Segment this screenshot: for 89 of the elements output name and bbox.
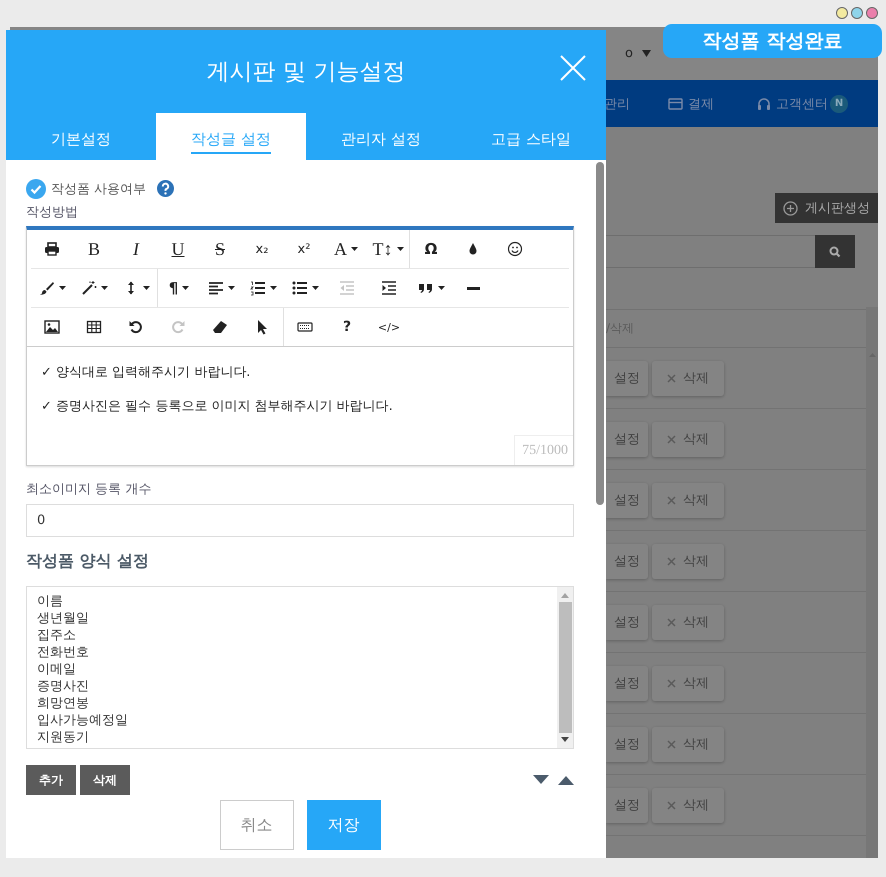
section-title: 작성폼 양식 설정 (26, 551, 150, 572)
scroll-down-icon[interactable] (561, 737, 569, 742)
close-icon (667, 740, 676, 748)
magic-wand-icon (80, 280, 96, 296)
toolbar-button[interactable]: x₂ (241, 233, 283, 265)
smiley-icon (507, 241, 523, 257)
caret-icon (182, 286, 190, 290)
move-up-icon[interactable] (558, 775, 574, 785)
outdent-icon (339, 280, 355, 296)
image-icon (44, 319, 60, 335)
list-item[interactable]: 입사가능예정일 (37, 712, 547, 729)
scrollbar[interactable] (557, 587, 573, 748)
toolbar-button[interactable]: ¶ (158, 272, 200, 304)
toolbar-button[interactable]: S (199, 233, 241, 265)
editor-text-line: ✓ 양식대로 입력해주시기 바랍니다. (41, 364, 252, 381)
window-dot[interactable] (866, 7, 878, 19)
bullet-list-icon (292, 280, 308, 296)
form-fields-listbox[interactable]: 이름 생년월일 집주소 전화번호 이메일 증명사진 희망연봉 입사가능예정일 지원동기 (26, 586, 574, 749)
field-label: 최소이미지 등록 개수 (26, 481, 152, 498)
list-item[interactable]: 지원동기 (37, 729, 547, 746)
caret-icon (228, 286, 234, 290)
notification-badge: N (830, 94, 848, 112)
list-action-button[interactable]: 추가 (26, 765, 76, 795)
close-icon (667, 374, 676, 382)
redo-icon (170, 319, 186, 335)
card-icon (668, 98, 683, 110)
dialog-title: 게시판 및 기능설정 (206, 58, 406, 87)
scrollbar[interactable] (866, 307, 878, 858)
caret-icon (438, 286, 444, 290)
checkbox-label: 작성폼 사용여부 (51, 180, 146, 198)
window-dot[interactable] (851, 7, 863, 19)
caret-icon (396, 247, 404, 251)
input-field[interactable]: 0 (26, 504, 574, 537)
toolbar-button[interactable]: U (157, 233, 199, 265)
list-item[interactable]: 이름 (37, 593, 547, 610)
caret-icon (142, 286, 150, 290)
toolbar-button[interactable]: T↕ (367, 233, 409, 265)
caret-icon (351, 247, 358, 251)
close-button[interactable] (560, 55, 586, 81)
align-left-icon (208, 280, 224, 296)
move-down-icon[interactable] (533, 775, 549, 785)
toolbar-button[interactable]: B (73, 233, 115, 265)
search-icon (829, 246, 841, 258)
help-icon[interactable] (157, 180, 174, 197)
close-icon (560, 55, 586, 81)
table-icon (86, 319, 102, 335)
toolbar-button[interactable]: I (115, 233, 157, 265)
caret-icon (58, 286, 66, 290)
list-item[interactable]: 이메일 (37, 661, 547, 678)
list-item[interactable]: 희망연봉 (37, 695, 547, 712)
close-icon (667, 434, 676, 444)
caret-icon (100, 286, 108, 290)
menu-text: o (625, 46, 633, 61)
close-icon (667, 618, 676, 626)
close-icon (667, 678, 676, 688)
window-dot[interactable] (836, 7, 848, 19)
indent-icon (381, 280, 397, 296)
close-icon (667, 800, 676, 810)
caret-icon (642, 50, 651, 57)
caret-icon (270, 286, 276, 290)
field-label: 작성방법 (26, 204, 79, 221)
list-item[interactable]: 생년월일 (37, 610, 547, 627)
undo-icon (128, 319, 144, 335)
status-badge: 작성폼 작성완료 (663, 24, 882, 58)
list-item[interactable]: 집주소 (37, 627, 547, 644)
toolbar-button[interactable]: x² (283, 233, 325, 265)
headset-icon (757, 96, 771, 110)
character-counter: 75/1000 (514, 435, 573, 465)
create-board-button[interactable]: 게시판생성 (775, 193, 878, 223)
search-button[interactable] (815, 235, 855, 268)
eraser-icon (212, 319, 228, 335)
toolbar-button[interactable]: Ω (410, 233, 452, 265)
editor-text-line: ✓ 증명사진은 필수 등록으로 이미지 첨부해주시기 바랍니다. (41, 398, 394, 415)
printer-icon (44, 241, 60, 257)
brush-icon (38, 280, 54, 296)
numbered-list-icon (250, 280, 266, 296)
toolbar-button[interactable]: ? (326, 311, 368, 343)
toolbar-button[interactable]: </> (368, 311, 410, 343)
close-icon (667, 496, 676, 504)
caret-icon (312, 286, 318, 290)
toolbar-button[interactable]: A (325, 233, 367, 265)
close-icon (667, 556, 676, 566)
list-item[interactable]: 전화번호 (37, 644, 547, 661)
editor-content[interactable]: ✓ 양식대로 입력해주시기 바랍니다. ✓ 증명사진은 필수 등록으로 이미지 첨부해주시기 바랍니다. 75/1000 (27, 347, 573, 465)
list-action-button[interactable]: 삭제 (80, 765, 130, 795)
list-item[interactable]: 증명사진 (37, 678, 547, 695)
checkbox[interactable] (26, 178, 46, 198)
plus-circle-icon (783, 200, 798, 216)
cancel-button[interactable]: 취소 (220, 800, 294, 850)
